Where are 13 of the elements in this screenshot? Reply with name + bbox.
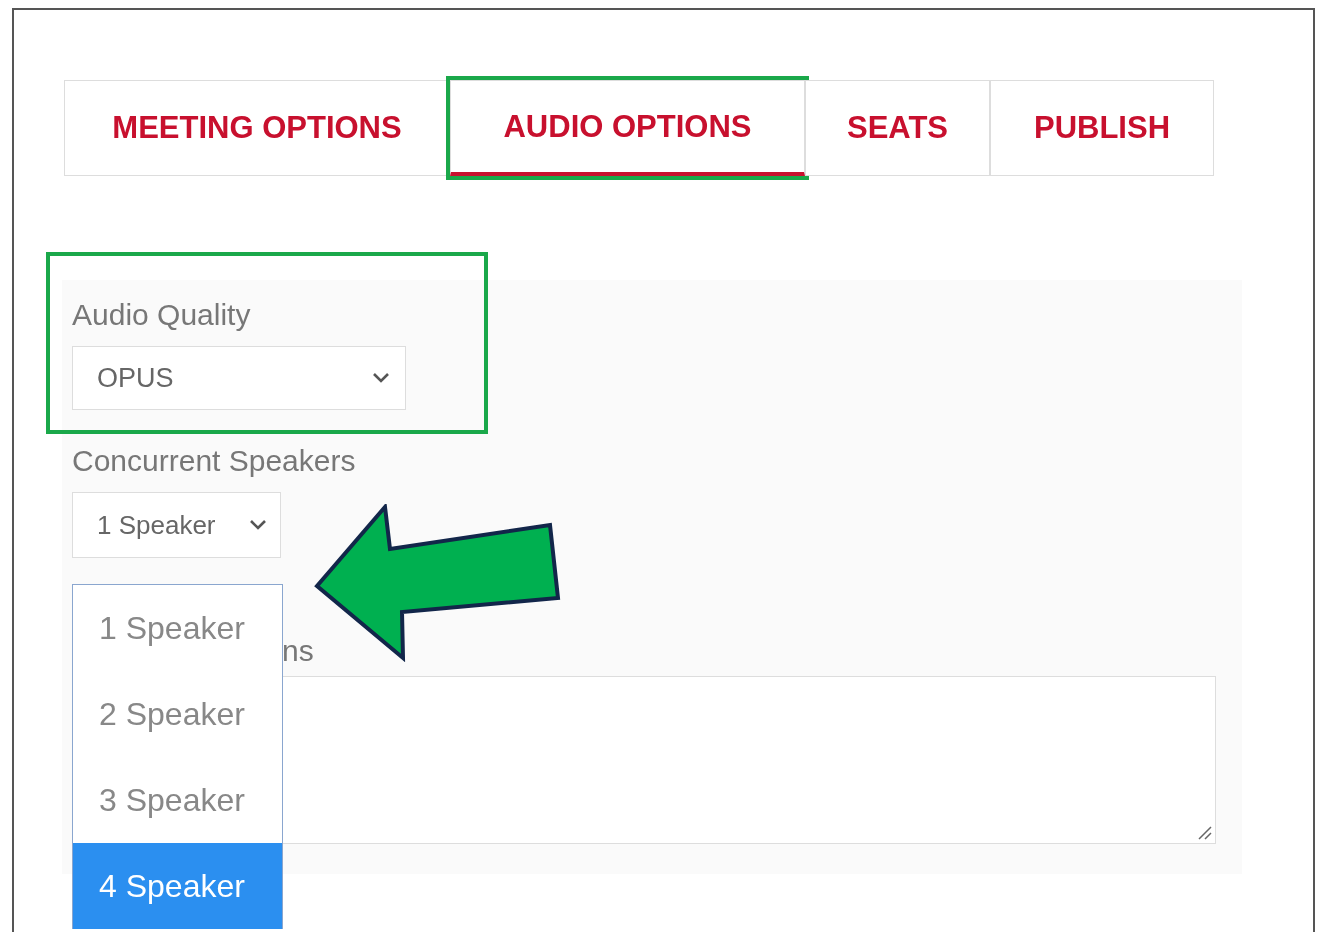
field-label: ns xyxy=(282,634,315,668)
speakers-select[interactable]: 1 Speaker xyxy=(72,492,281,558)
dropdown-option[interactable]: 1 Speaker xyxy=(73,585,282,671)
tab[interactable]: PUBLISH xyxy=(990,80,1214,176)
field-label: Concurrent Speakers xyxy=(72,444,357,478)
dropdown-option[interactable]: 3 Speaker xyxy=(73,757,282,843)
audio-quality-select[interactable]: OPUS xyxy=(72,346,406,410)
dropdown-option[interactable]: 4 Speaker xyxy=(73,843,282,929)
tab[interactable]: SEATS xyxy=(805,80,990,176)
chevron-down-icon xyxy=(248,518,268,532)
field-label: Audio Quality xyxy=(72,298,252,332)
dropdown-option[interactable]: 2 Speaker xyxy=(73,671,282,757)
chevron-down-icon xyxy=(371,371,391,385)
